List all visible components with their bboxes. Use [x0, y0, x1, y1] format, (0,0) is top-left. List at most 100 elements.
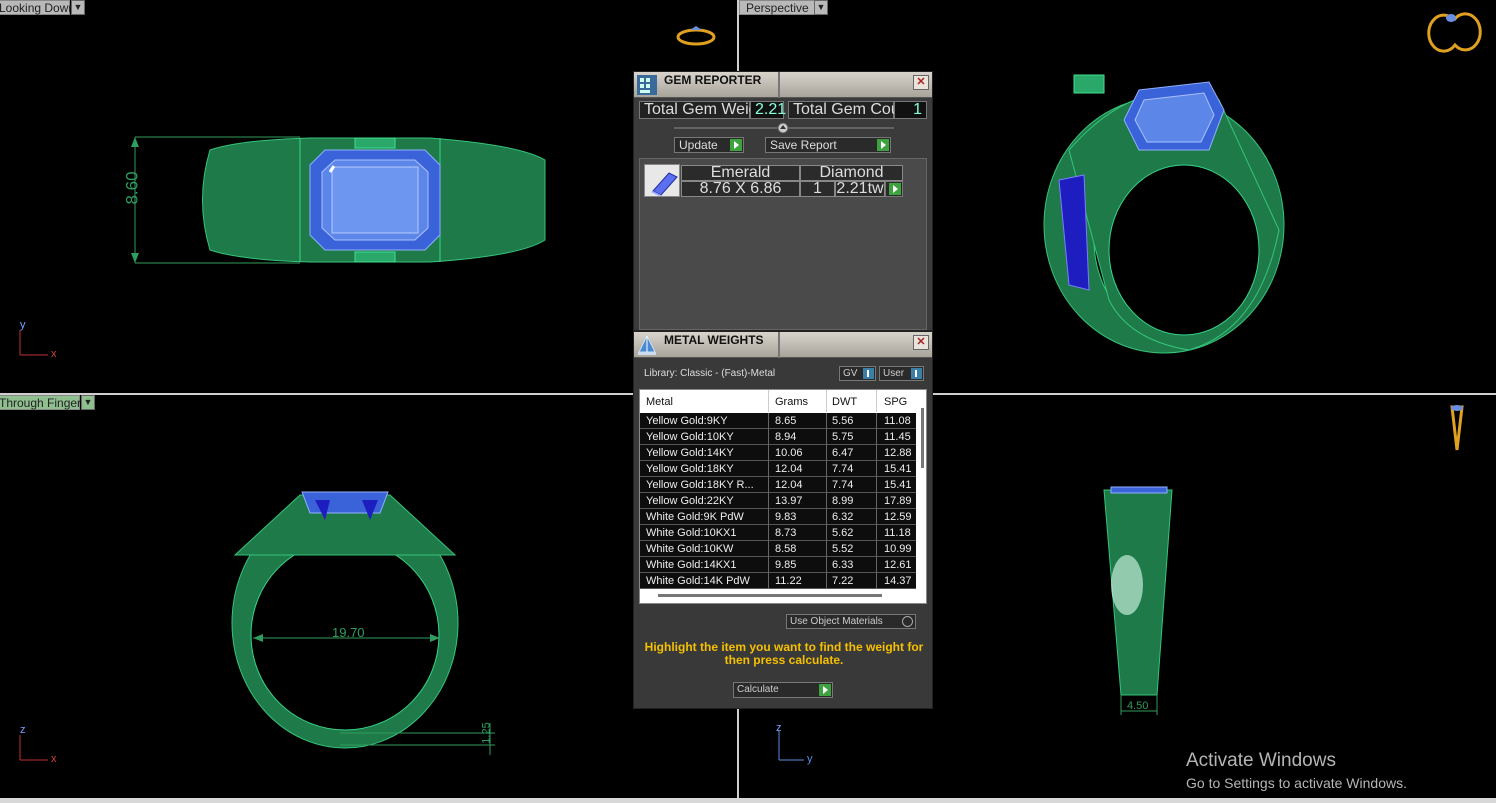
inner-diameter-dimension: 19.70 [332, 625, 365, 640]
metal-weights-title: METAL WEIGHTS [664, 333, 764, 347]
width-bottom-dimension: 4.50 [1127, 700, 1149, 712]
total-gem-count-label: Total Gem Count [788, 101, 913, 119]
table-row[interactable]: White Gold:14KX1 9.85 6.33 12.61 [640, 557, 916, 573]
viewport-top[interactable]: 8.60 y x Looking Down ▼ [0, 0, 737, 393]
table-cell: 6.32 [832, 511, 854, 523]
column-separator [768, 413, 769, 429]
table-cell: 11.45 [884, 431, 911, 443]
viewport-top-label[interactable]: Looking Down [0, 0, 75, 15]
update-button-label: Update [679, 138, 718, 152]
metal-weights-titlebar[interactable]: METAL WEIGHTS ✕ [634, 332, 932, 358]
info-icon [863, 368, 874, 379]
viewport-perspective-label[interactable]: Perspective [739, 0, 819, 15]
play-arrow-icon [730, 139, 742, 151]
use-object-materials-toggle[interactable]: Use Object Materials [786, 614, 916, 629]
axis-y-label: y [20, 319, 26, 331]
col-spg-header[interactable]: SPG [884, 396, 907, 408]
column-separator [768, 477, 769, 493]
column-separator [876, 509, 877, 525]
horizontal-scrollbar[interactable] [658, 594, 882, 597]
table-cell: Yellow Gold:22KY [646, 495, 734, 507]
viewport-front-label[interactable]: Through Finger [0, 395, 81, 410]
col-metal-header[interactable]: Metal [646, 396, 673, 408]
metal-weights-table[interactable]: Metal Grams DWT SPG Yellow Gold:9KY 8.65 5… [639, 389, 927, 604]
gem-reporter-panel[interactable]: GEM REPORTER ✕ Total Gem Weight 2.21 Tot… [633, 71, 933, 331]
viewport-front[interactable]: 19.70 1.25 z x Through Finger ▼ [0, 395, 737, 798]
column-separator [876, 573, 877, 589]
table-cell: 8.58 [775, 543, 797, 555]
gem-reporter-title: GEM REPORTER [664, 73, 762, 87]
close-icon[interactable]: ✕ [913, 335, 929, 350]
gem-reporter-icon [637, 75, 657, 95]
total-gem-weight-value: 2.21 [750, 101, 786, 119]
table-cell: 7.22 [832, 575, 854, 587]
column-separator [826, 541, 827, 557]
update-button[interactable]: Update [674, 137, 744, 153]
gem-reporter-titlebar[interactable]: GEM REPORTER ✕ [634, 72, 932, 98]
col-grams-header[interactable]: Grams [775, 396, 808, 408]
table-row[interactable]: White Gold:9K PdW 9.83 6.32 12.59 [640, 509, 916, 525]
table-cell: 15.41 [884, 479, 912, 491]
metal-weights-panel[interactable]: METAL WEIGHTS ✕ Library: Classic - (Fast… [633, 331, 933, 709]
table-row[interactable]: Yellow Gold:18KY R... 12.04 7.74 15.41 [640, 477, 916, 493]
table-cell: 15.41 [884, 463, 912, 475]
user-toggle-label: User [883, 368, 905, 379]
table-cell: White Gold:14K PdW [646, 575, 750, 587]
gem-count: 1 [800, 181, 835, 197]
table-cell: 5.56 [832, 415, 854, 427]
table-row[interactable]: Yellow Gold:22KY 13.97 8.99 17.89 [640, 493, 916, 509]
use-object-materials-label: Use Object Materials [790, 616, 883, 627]
column-separator [826, 390, 827, 412]
col-dwt-header[interactable]: DWT [832, 396, 857, 408]
table-cell: Yellow Gold:10KY [646, 431, 734, 443]
viewport-top-dropdown-icon[interactable]: ▼ [71, 0, 85, 15]
column-separator [826, 509, 827, 525]
table-cell: 5.62 [832, 527, 854, 539]
close-icon[interactable]: ✕ [913, 75, 929, 90]
column-separator [876, 390, 877, 412]
table-row[interactable]: White Gold:14K PdW 11.22 7.22 14.37 [640, 573, 916, 589]
table-cell: Yellow Gold:14KY [646, 447, 734, 459]
column-separator [826, 429, 827, 445]
calculate-button[interactable]: Calculate [733, 682, 833, 698]
gem-thumbnail[interactable] [644, 164, 680, 197]
activate-windows-watermark: Activate Windows Go to Settings to activ… [1186, 750, 1407, 791]
user-toggle[interactable]: User [879, 366, 924, 381]
bottom-status-strip [0, 798, 1496, 803]
table-row[interactable]: White Gold:10KX1 8.73 5.62 11.18 [640, 525, 916, 541]
column-separator [768, 461, 769, 477]
column-separator [768, 541, 769, 557]
column-separator [768, 390, 769, 412]
table-cell: 12.88 [884, 447, 912, 459]
table-row[interactable]: White Gold:10KW 8.58 5.52 10.99 [640, 541, 916, 557]
table-cell: White Gold:10KX1 [646, 527, 737, 539]
gem-detail-button[interactable] [885, 181, 903, 197]
table-cell: 8.94 [775, 431, 797, 443]
column-separator [826, 413, 827, 429]
viewport-front-dropdown-icon[interactable]: ▼ [81, 395, 95, 410]
gv-toggle-label: GV [843, 368, 858, 379]
column-separator [826, 477, 827, 493]
table-row[interactable]: Yellow Gold:10KY 8.94 5.75 11.45 [640, 429, 916, 445]
table-row[interactable]: Yellow Gold:9KY 8.65 5.56 11.08 [640, 413, 916, 429]
front-view-scene [19, 491, 495, 761]
table-cell: Yellow Gold:9KY [646, 415, 728, 427]
column-separator [876, 493, 877, 509]
table-row[interactable]: Yellow Gold:14KY 10.06 6.47 12.88 [640, 445, 916, 461]
watermark-subtitle: Go to Settings to activate Windows. [1186, 775, 1407, 791]
table-cell: 13.97 [775, 495, 803, 507]
save-report-button-label: Save Report [770, 138, 837, 152]
gv-toggle[interactable]: GV [839, 366, 876, 381]
column-separator [876, 557, 877, 573]
gem-list[interactable]: Emerald Diamond 8.76 X 6.86 1 2.21tw [639, 158, 927, 330]
viewport-perspective-dropdown-icon[interactable]: ▼ [814, 0, 828, 15]
table-row[interactable]: Yellow Gold:18KY 12.04 7.74 15.41 [640, 461, 916, 477]
table-cell: 12.04 [775, 479, 803, 491]
vertical-scrollbar[interactable] [921, 408, 924, 468]
save-report-button[interactable]: Save Report [765, 137, 891, 153]
column-separator [826, 461, 827, 477]
collapse-toggle-icon[interactable] [674, 121, 894, 135]
column-separator [826, 445, 827, 461]
table-cell: Yellow Gold:18KY R... [646, 479, 754, 491]
table-cell: 12.04 [775, 463, 803, 475]
